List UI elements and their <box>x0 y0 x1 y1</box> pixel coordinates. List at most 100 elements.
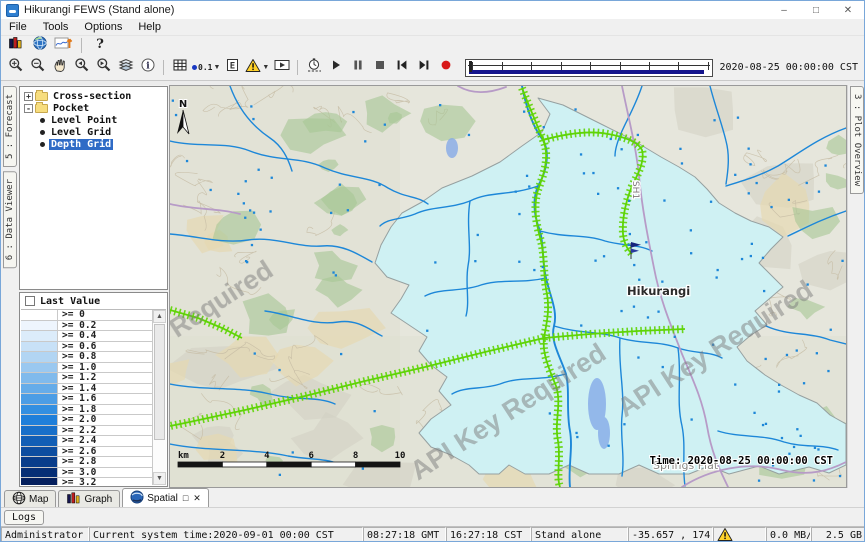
legend-class-label: >= 0.4 <box>58 331 152 341</box>
window-minimize-button[interactable]: – <box>768 2 800 19</box>
scroll-up-icon[interactable]: ▲ <box>153 310 166 323</box>
tree-item-cross-section[interactable]: +Cross-section <box>22 90 167 102</box>
layers-button[interactable] <box>115 58 136 77</box>
tab-maximize-icon[interactable]: □ <box>183 493 188 503</box>
scroll-down-icon[interactable]: ▼ <box>153 472 166 485</box>
map-display-globe-button[interactable] <box>29 36 50 55</box>
bottom-tab-bar: MapGraphSpatial□✕ <box>1 488 864 507</box>
grid-button[interactable] <box>169 58 190 77</box>
tab-map[interactable]: Map <box>4 490 56 507</box>
time-slider-tick <box>708 62 709 70</box>
last-value-checkbox[interactable] <box>25 296 35 306</box>
legend-scrollbar[interactable]: ▲ ▼ <box>152 310 166 485</box>
menu-item-tools[interactable]: Tools <box>35 21 77 33</box>
interval-button[interactable]: 0.1▼ <box>191 58 221 77</box>
time-slider[interactable] <box>465 59 712 77</box>
zoom-next-button[interactable] <box>93 58 114 77</box>
right-tab-3-plot-overview[interactable]: 3 : Plot Overview <box>850 86 864 194</box>
left-tab-5-forecast[interactable]: 5 : Forecast <box>3 86 17 167</box>
timer-button[interactable] <box>303 58 324 77</box>
record-button[interactable] <box>435 58 456 77</box>
graph-bars-icon <box>66 491 81 508</box>
legend-color-swatch <box>21 468 58 478</box>
pan-button[interactable] <box>49 58 70 77</box>
timeseries-profile-button[interactable] <box>53 36 74 55</box>
bullet-icon <box>40 130 45 135</box>
tree-item-level-grid[interactable]: Level Grid <box>22 126 167 138</box>
legend-row[interactable]: >= 0.4 <box>21 331 152 342</box>
warnings-button[interactable]: ▼ <box>244 58 270 77</box>
legend-class-label: >= 2.2 <box>58 426 152 436</box>
legend-class-label: >= 1.2 <box>58 373 152 383</box>
menu-item-options[interactable]: Options <box>76 21 130 33</box>
legend-color-swatch <box>21 405 58 415</box>
step-back-button[interactable] <box>391 58 412 77</box>
tree-item-depth-grid[interactable]: Depth Grid <box>22 138 167 150</box>
scale-tick-label: 6 <box>308 451 313 461</box>
legend-color-swatch <box>21 436 58 446</box>
zoom-out-button[interactable] <box>27 58 48 77</box>
menu-item-help[interactable]: Help <box>130 21 169 33</box>
legend-row[interactable]: >= 0.8 <box>21 352 152 363</box>
tree-expander-icon[interactable]: + <box>24 92 33 101</box>
status-system-time-text: Current system time:2020-09-01 00:00 CST <box>93 530 334 541</box>
map-time-label: Time: 2020-08-25 00:00:00 CST <box>650 455 833 467</box>
scale-tick-label: 2 <box>220 451 225 461</box>
stop-button[interactable] <box>369 58 390 77</box>
info-button[interactable]: i <box>137 58 158 77</box>
map-view[interactable]: API Key Required API Key Required API Ke… <box>169 85 847 488</box>
time-slider-tick <box>649 62 650 70</box>
maximize-icon: □ <box>813 5 819 16</box>
scale-unit-label: km <box>178 451 189 461</box>
tab-close-icon[interactable]: ✕ <box>193 493 201 504</box>
time-slider-track <box>468 65 709 66</box>
animation-button[interactable] <box>271 58 292 77</box>
status-gmt-time: 08:27:18 GMT <box>363 527 446 542</box>
zoom-in-button[interactable] <box>5 58 26 77</box>
status-warning-icon[interactable] <box>717 527 733 542</box>
menu-item-file[interactable]: File <box>1 21 35 33</box>
legend-color-swatch <box>21 426 58 436</box>
scrollbar-thumb[interactable] <box>154 324 165 440</box>
tree-item-level-point[interactable]: Level Point <box>22 114 167 126</box>
menu-bar: FileToolsOptionsHelp <box>1 19 864 36</box>
help-button[interactable]: ? <box>89 36 110 55</box>
grid-icon <box>172 57 188 78</box>
play-button[interactable] <box>325 58 346 77</box>
tree-item-pocket[interactable]: - Pocket <box>22 102 167 114</box>
left-tab-6-data-viewer[interactable]: 6 : Data Viewer <box>3 171 17 268</box>
svg-text:N: N <box>179 99 187 110</box>
legend-toggle-button[interactable]: E <box>222 58 243 77</box>
pause-button[interactable] <box>347 58 368 77</box>
logs-button[interactable]: Logs <box>4 510 44 525</box>
legend-row[interactable]: >= 0 <box>21 310 152 321</box>
legend-class-label: >= 2.4 <box>58 436 152 446</box>
time-slider-tick <box>502 62 503 70</box>
status-local-time: 16:27:18 CST <box>446 527 531 542</box>
window-close-button[interactable]: ✕ <box>832 2 864 19</box>
window-maximize-button[interactable]: □ <box>800 2 832 19</box>
bullet-icon <box>40 118 45 123</box>
tab-spatial[interactable]: Spatial□✕ <box>122 488 209 507</box>
explorer-bars-button[interactable] <box>5 36 26 55</box>
tab-graph[interactable]: Graph <box>58 490 120 507</box>
status-system-time: Current system time:2020-09-01 00:00 CST <box>89 527 363 542</box>
time-slider-tick <box>620 62 621 70</box>
tree-expander-icon[interactable]: - <box>24 104 33 113</box>
legend-class-label: >= 1.0 <box>58 363 152 373</box>
zoom-in-icon <box>8 57 24 78</box>
step-forward-button[interactable] <box>413 58 434 77</box>
legend-color-swatch <box>21 352 58 362</box>
legend-row[interactable]: >= 3.2 <box>21 478 152 485</box>
step-forward-icon <box>416 57 432 78</box>
legend-color-swatch <box>21 363 58 373</box>
zoom-previous-button[interactable] <box>71 58 92 77</box>
tree-item-label: Pocket <box>51 103 91 114</box>
zoom-next-icon <box>96 57 112 78</box>
help-icon: ? <box>93 35 107 56</box>
folder-icon <box>35 104 48 113</box>
legend-class-label: >= 3.0 <box>58 468 152 478</box>
tree-item-label: Depth Grid <box>49 139 113 150</box>
timer-icon <box>306 57 322 78</box>
scrollbar-track[interactable] <box>153 323 166 472</box>
